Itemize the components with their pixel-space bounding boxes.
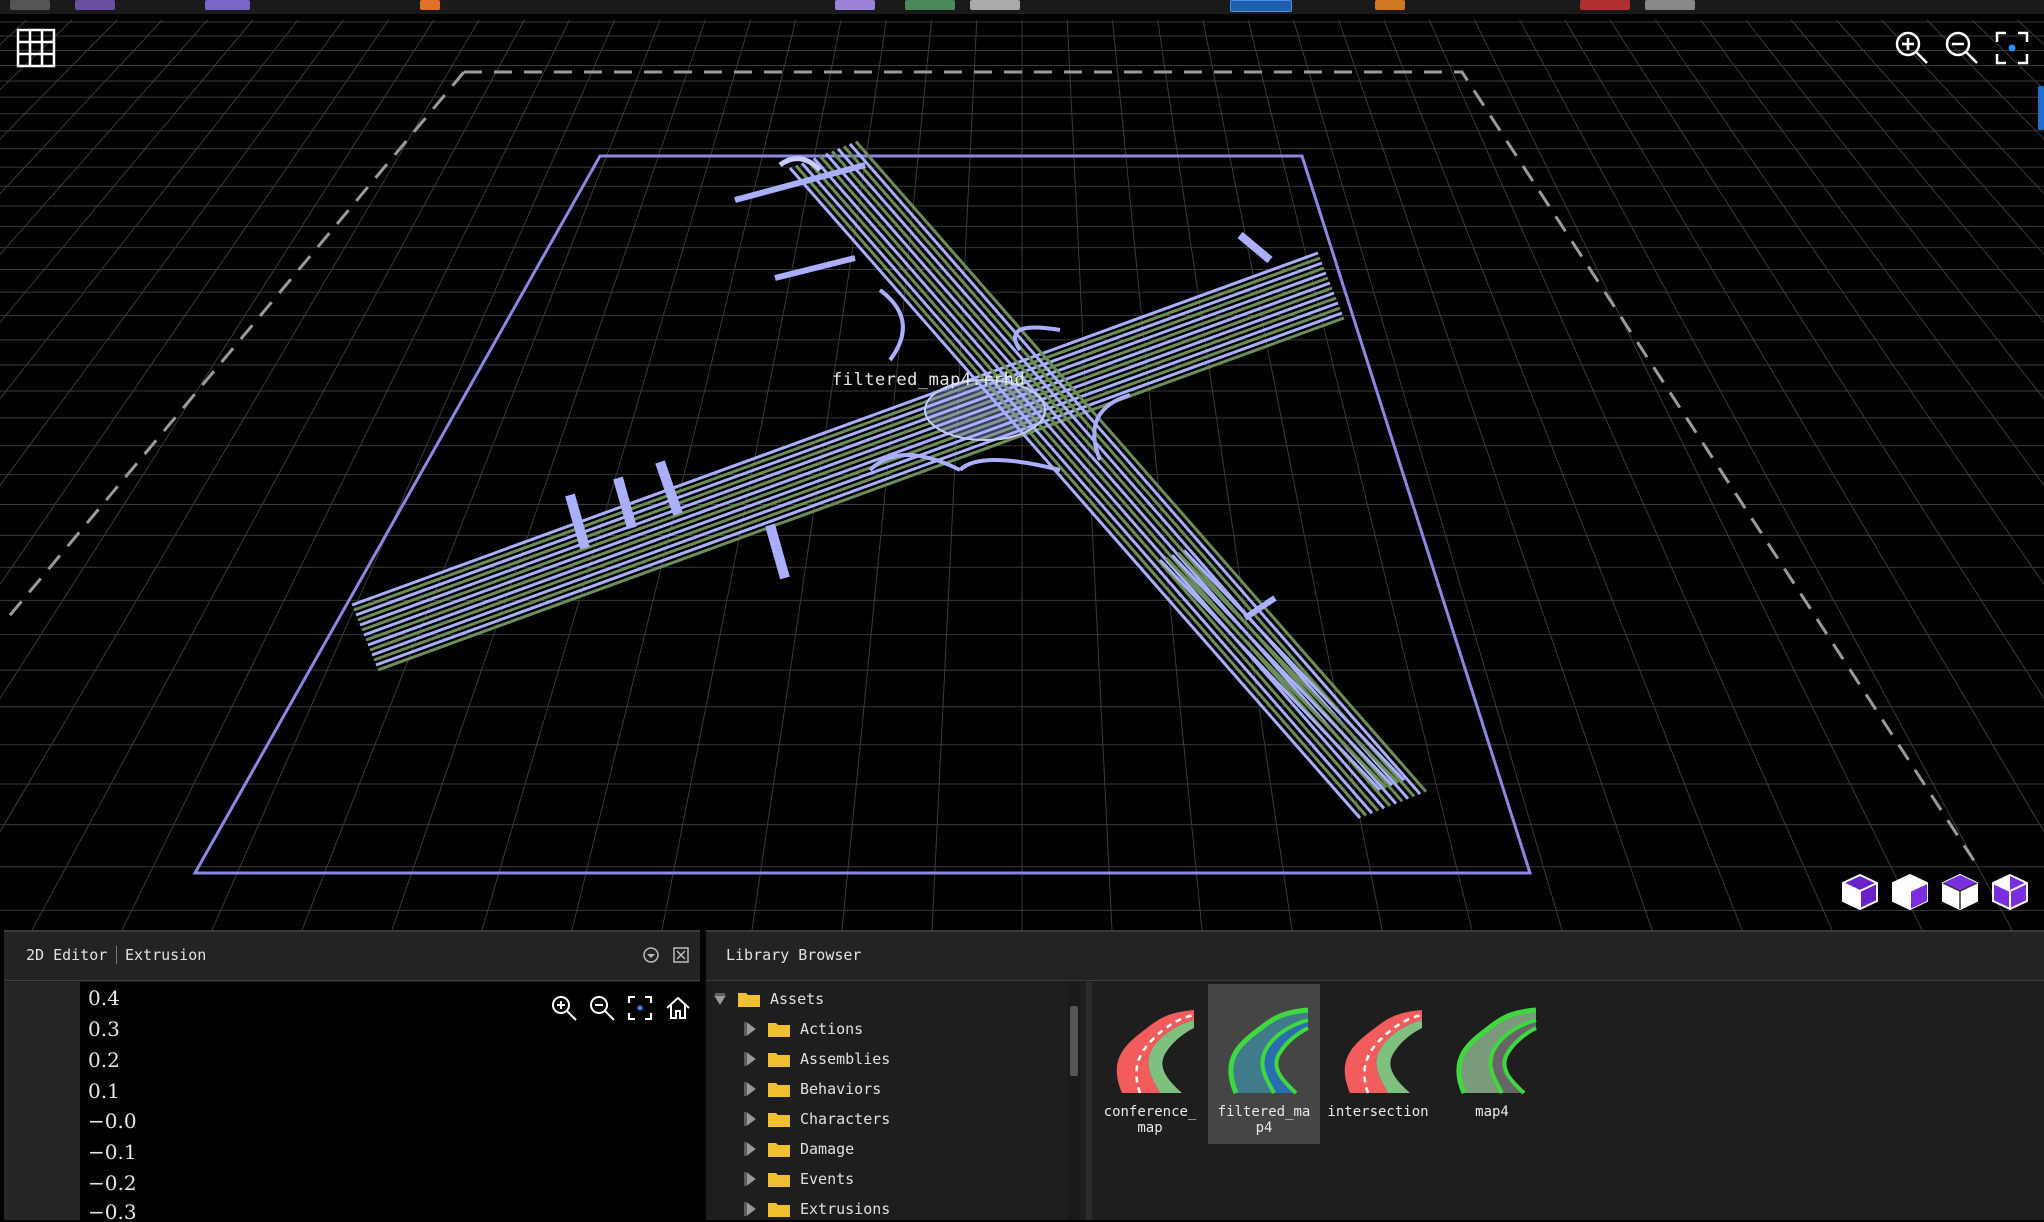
asset-tree: Assets Actions Assemblies Behaviors Char… [706, 982, 1072, 1220]
folder-icon [768, 1173, 790, 1187]
chevron-right-icon[interactable] [744, 1022, 756, 1036]
view-cube-side-button[interactable] [1890, 872, 1930, 912]
asset-name: map4 [1475, 1104, 1509, 1120]
y-tick-label: 0.1 [88, 1079, 120, 1103]
tree-item-events[interactable]: Events [744, 1166, 854, 1192]
tree-item-extrusions[interactable]: Extrusions [744, 1196, 890, 1222]
folder-icon [768, 1053, 790, 1067]
fit-view-icon[interactable] [626, 994, 654, 1022]
view-cube-top-button[interactable] [1940, 872, 1980, 912]
2d-editor-panel: 2D Editor Extrusion 0.4 0.3 0.2 0.1 −0.0… [4, 930, 700, 1220]
folder-icon [738, 993, 760, 1007]
tree-item-label: Events [800, 1170, 855, 1188]
grid-icon [16, 28, 56, 68]
y-tick-label: −0.1 [88, 1140, 137, 1164]
view-cube-iso-icon [1992, 873, 2028, 911]
chevron-right-icon[interactable] [744, 1142, 756, 1156]
road-asset-icon [1228, 1007, 1309, 1095]
asset-grid: conference_ map filtered_ma p4 intersect… [1094, 982, 2044, 1220]
zoom-in-button[interactable] [1894, 30, 1930, 66]
y-tick-label: 0.2 [88, 1048, 120, 1072]
home-icon[interactable] [664, 994, 692, 1022]
asset-name: conference_ map [1103, 1104, 1197, 1136]
tab-separator [116, 946, 117, 964]
tree-item-label: Damage [800, 1140, 855, 1158]
road-network [351, 140, 1428, 819]
zoom-out-icon [1945, 31, 1978, 64]
grid-toggle-button[interactable] [16, 28, 56, 68]
tree-item-behaviors[interactable]: Behaviors [744, 1076, 881, 1102]
y-tick-label: 0.4 [88, 986, 120, 1010]
panel-menu-icon[interactable] [642, 946, 660, 964]
folder-icon [768, 1083, 790, 1097]
library-panel-header: Library Browser [706, 932, 2044, 981]
y-tick-label: −0.0 [88, 1109, 137, 1133]
scene-canvas [0, 19, 2044, 930]
fit-view-button[interactable] [1994, 30, 2030, 66]
view-cube-front-button[interactable] [1840, 872, 1880, 912]
asset-intersection[interactable]: intersection [1322, 984, 1434, 1144]
zoom-out-button[interactable] [1944, 30, 1980, 66]
zoom-out-icon[interactable] [588, 994, 616, 1022]
extrusion-plot[interactable]: 0.4 0.3 0.2 0.1 −0.0 −0.1 −0.2 −0.3 [80, 982, 700, 1220]
chevron-right-icon[interactable] [744, 1052, 756, 1066]
chevron-down-icon[interactable] [714, 992, 726, 1006]
view-cube-front-icon [1842, 873, 1878, 911]
tree-item-label: Assemblies [800, 1050, 891, 1068]
tree-item-assets[interactable]: Assets [714, 986, 824, 1012]
y-tick-label: −0.2 [88, 1171, 137, 1195]
3d-viewport[interactable]: filtered_map4.rrhd [0, 0, 2044, 930]
tree-item-label: Extrusions [800, 1200, 891, 1218]
folder-icon [768, 1203, 790, 1217]
tree-item-characters[interactable]: Characters [744, 1106, 890, 1132]
chevron-right-icon[interactable] [744, 1202, 756, 1216]
panel-splitter[interactable] [1086, 982, 1092, 1220]
road-asset-icon [1456, 1007, 1537, 1095]
view-cube-iso-button[interactable] [1990, 872, 2030, 912]
fit-view-icon [1995, 31, 2029, 65]
zoom-in-icon [1895, 31, 1928, 64]
y-tick-label: 0.3 [88, 1017, 120, 1041]
asset-map4[interactable]: map4 [1436, 984, 1548, 1144]
chevron-right-icon[interactable] [744, 1082, 756, 1096]
right-dock-tab[interactable] [2038, 86, 2044, 130]
view-cube-side-icon [1892, 873, 1928, 911]
asset-name: intersection [1327, 1104, 1429, 1120]
tab-2d-editor[interactable]: 2D Editor [26, 946, 107, 964]
tree-item-label: Actions [800, 1020, 864, 1038]
library-browser-panel: Library Browser Assets Actions Assemblie… [706, 930, 2044, 1220]
asset-conference-map[interactable]: conference_ map [1094, 984, 1206, 1144]
road-asset-icon [1116, 1010, 1195, 1094]
editor-gutter [4, 982, 80, 1220]
tree-scrollbar[interactable] [1068, 982, 1080, 1220]
close-icon[interactable] [672, 946, 690, 964]
chevron-right-icon[interactable] [744, 1172, 756, 1186]
road-asset-icon [1344, 1010, 1423, 1094]
view-cube-top-icon [1942, 873, 1978, 911]
tab-extrusion[interactable]: Extrusion [125, 946, 206, 964]
tree-item-label: Characters [800, 1110, 891, 1128]
tree-item-damage[interactable]: Damage [744, 1136, 854, 1162]
library-browser-title[interactable]: Library Browser [726, 946, 861, 964]
map-name-label: filtered_map4.rrhd [832, 370, 1026, 390]
scrollbar-thumb[interactable] [1070, 1006, 1078, 1076]
editor-body: 0.4 0.3 0.2 0.1 −0.0 −0.1 −0.2 −0.3 [4, 982, 700, 1220]
y-tick-label: −0.3 [88, 1200, 137, 1220]
chevron-right-icon[interactable] [744, 1112, 756, 1126]
tree-item-actions[interactable]: Actions [744, 1016, 863, 1042]
folder-icon [768, 1113, 790, 1127]
tree-item-label: Assets [770, 990, 825, 1008]
scene-dashed-bounds [4, 70, 1982, 871]
asset-filtered-map4[interactable]: filtered_ma p4 [1208, 984, 1320, 1144]
tree-item-label: Behaviors [800, 1080, 882, 1098]
editor-panel-header: 2D Editor Extrusion [4, 932, 700, 981]
tree-item-assemblies[interactable]: Assemblies [744, 1046, 890, 1072]
folder-icon [768, 1023, 790, 1037]
folder-icon [768, 1143, 790, 1157]
zoom-in-icon[interactable] [550, 994, 578, 1022]
asset-name: filtered_ma p4 [1217, 1104, 1311, 1136]
